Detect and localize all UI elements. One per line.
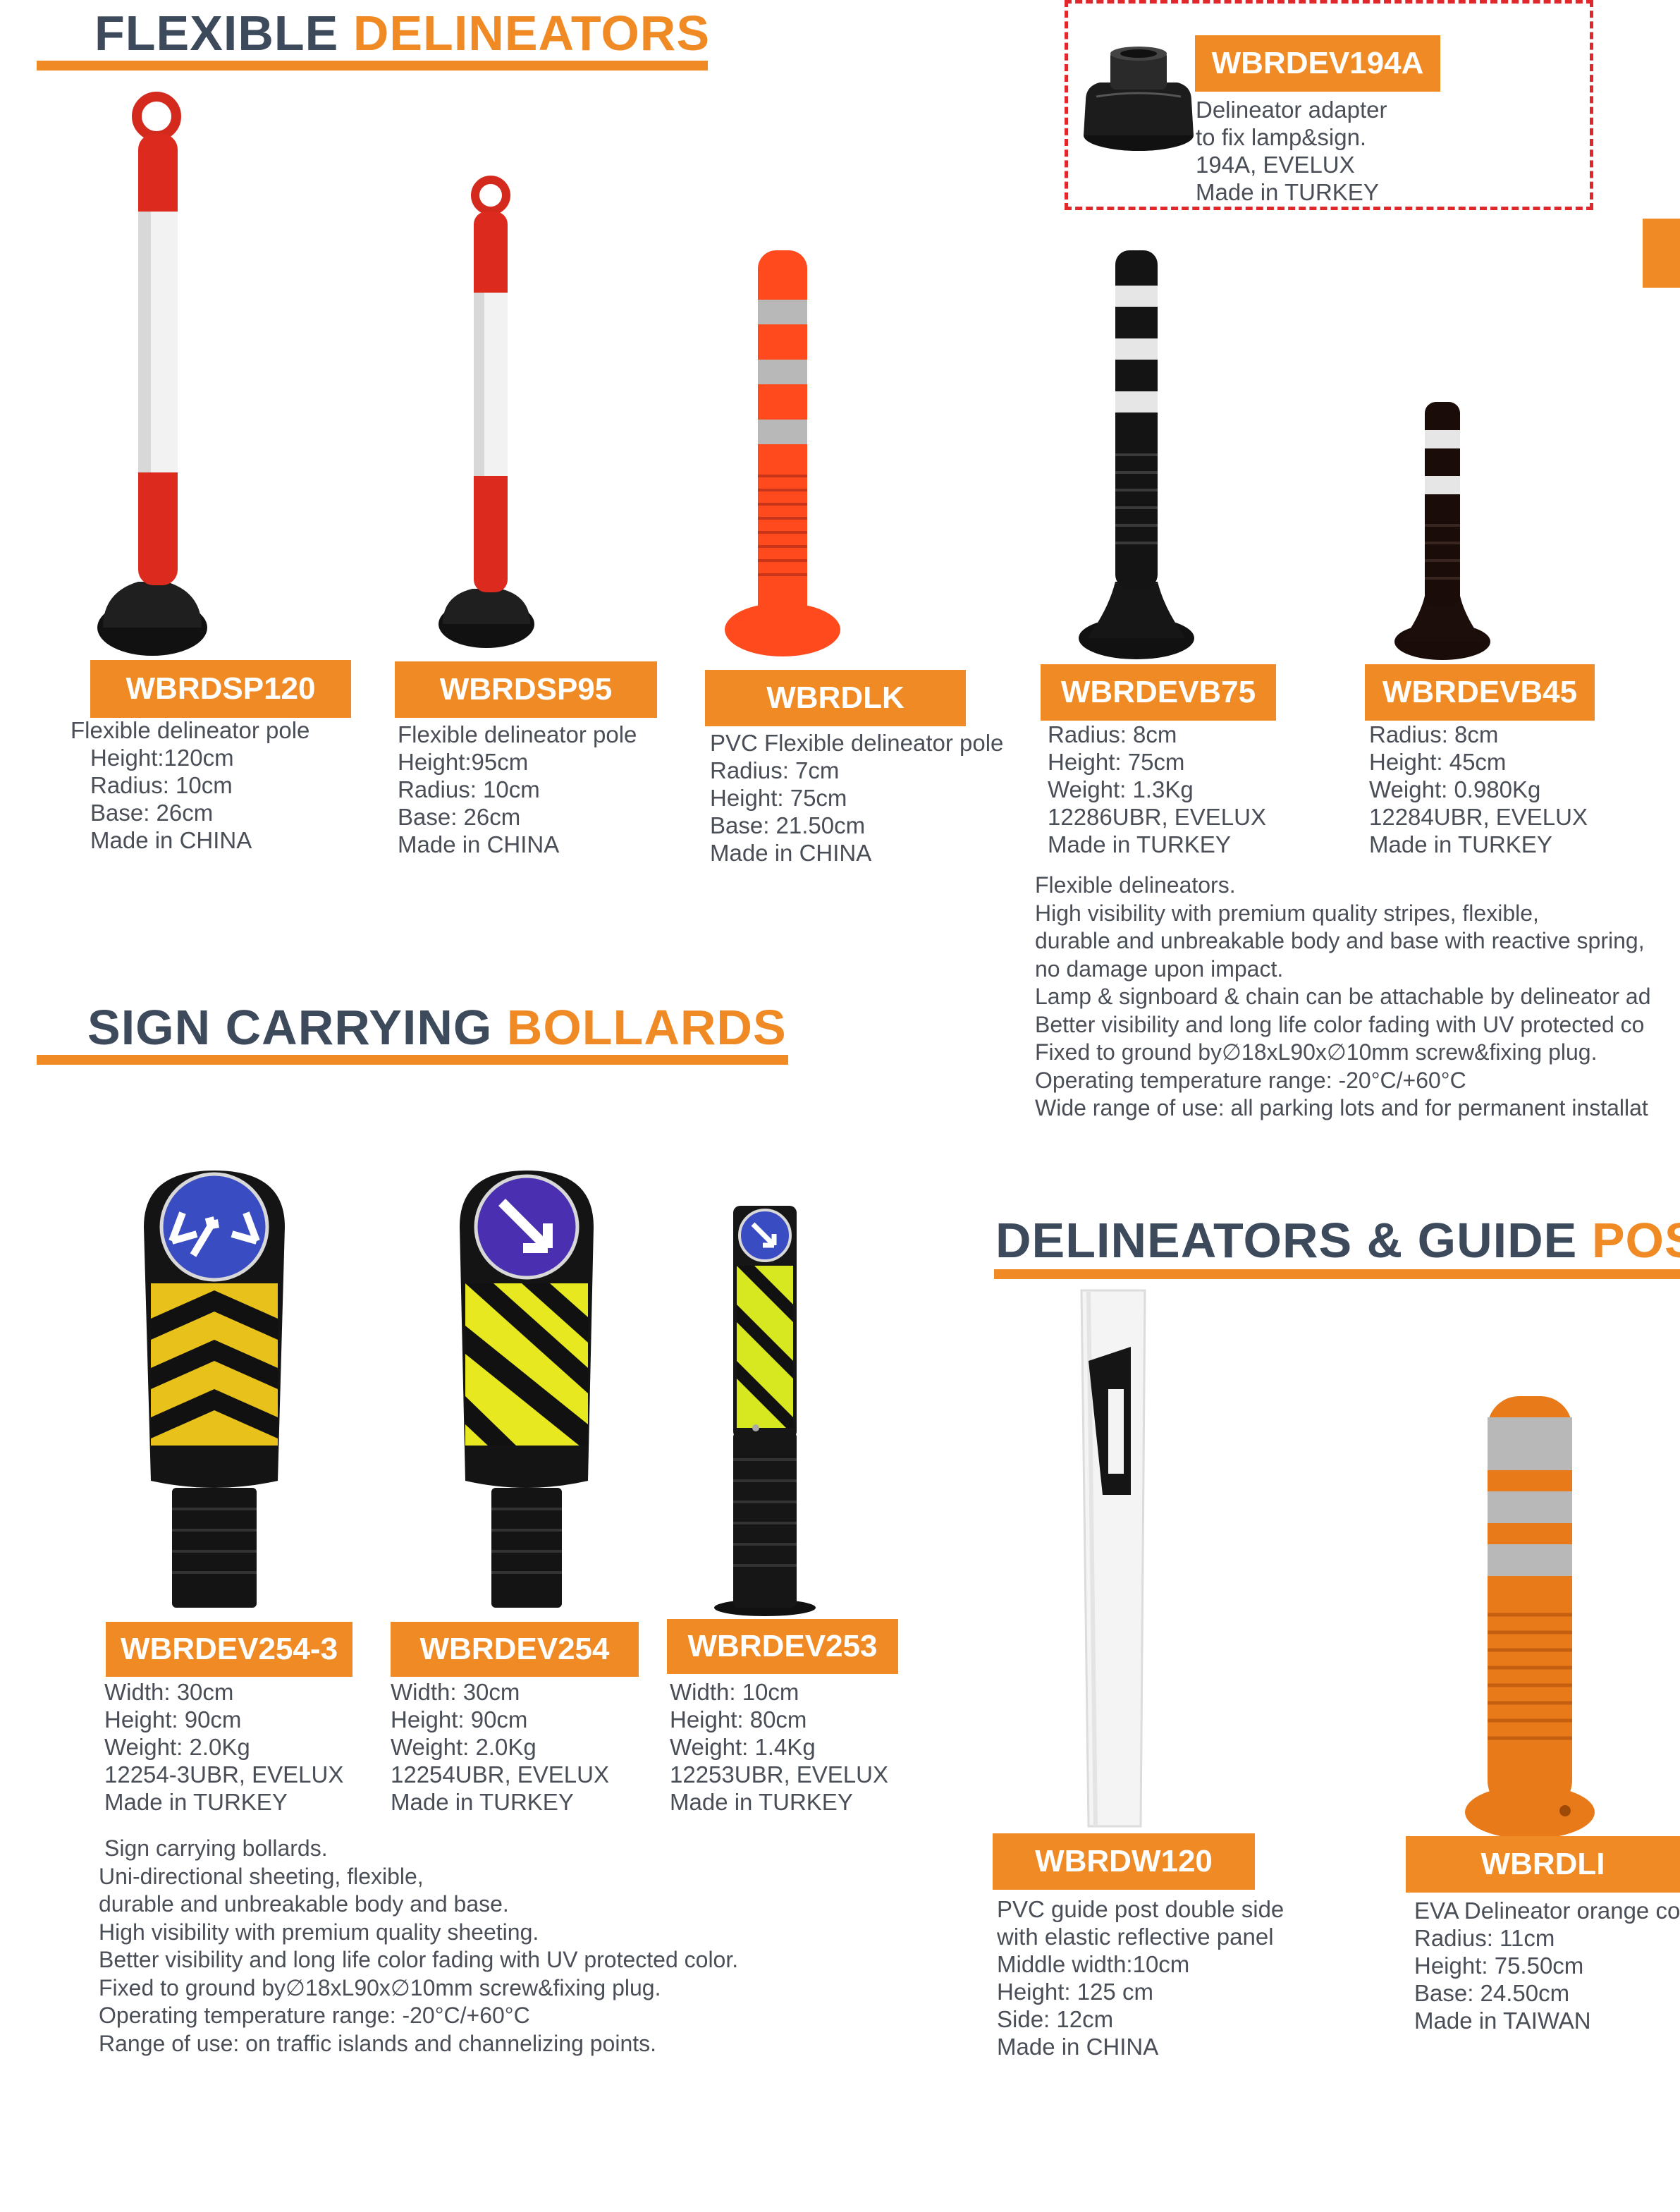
- sign-description: Sign carrying bollards. Uni-directional …: [99, 1835, 739, 2056]
- section-rule-sign: [37, 1055, 788, 1065]
- product-code-wbrdevb45: WBRDEVB45: [1365, 664, 1595, 721]
- product-image-wbrdw120: [1080, 1289, 1146, 1828]
- product-desc-wbrdev254-3: Width: 30cm Height: 90cm Weight: 2.0Kg 1…: [104, 1679, 344, 1815]
- product-code-wbrdsp95: WBRDSP95: [395, 661, 657, 718]
- section-title-guide: DELINEATORS & GUIDE POS: [995, 1213, 1680, 1268]
- product-desc-wbrdw120: PVC guide post double side with elastic …: [997, 1896, 1284, 2060]
- flexible-description: Flexible delineators. High visibility wi…: [1035, 872, 1651, 1120]
- product-image-wbrdli: [1465, 1396, 1595, 1839]
- product-code-wbrdev253: WBRDEV253: [667, 1619, 898, 1674]
- product-code-wbrdli: WBRDLI: [1406, 1836, 1680, 1893]
- product-image-wbrdlk: [725, 250, 840, 656]
- adapter-desc: Delineator adapter to fix lamp&sign. 194…: [1196, 97, 1387, 205]
- product-desc-wbrdevb75: Radius: 8cm Height: 75cm Weight: 1.3Kg 1…: [1048, 721, 1267, 857]
- product-desc-wbrdsp95: Flexible delineator pole Height:95cm Rad…: [398, 721, 637, 857]
- product-image-wbrdev254-3: [144, 1171, 285, 1608]
- section-rule-flexible: [37, 61, 708, 71]
- adapter-image: [1084, 47, 1194, 151]
- product-image-wbrdev254: [460, 1171, 594, 1608]
- product-image-wbrdsp120: [97, 92, 207, 656]
- section-title-sign: SIGN CARRYING BOLLARDS: [87, 1000, 787, 1055]
- product-code-wbrdlk: WBRDLK: [705, 670, 966, 726]
- page-edge-tab: [1643, 219, 1680, 288]
- product-image-wbrdev253: [714, 1206, 816, 1616]
- section-title-flexible: FLEXIBLE DELINEATORS: [94, 6, 711, 61]
- product-desc-wbrdlk: PVC Flexible delineator pole Radius: 7cm…: [710, 730, 1004, 866]
- product-desc-wbrdev254: Width: 30cm Height: 90cm Weight: 2.0Kg 1…: [391, 1679, 610, 1815]
- product-image-wbrdsp95: [439, 176, 534, 648]
- product-desc-wbrdev253: Width: 10cm Height: 80cm Weight: 1.4Kg 1…: [670, 1679, 889, 1815]
- product-image-wbrdevb45: [1394, 402, 1490, 660]
- product-desc-wbrdli: EVA Delineator orange co Radius: 11cm He…: [1414, 1898, 1680, 2034]
- product-code-wbrdevb75: WBRDEVB75: [1041, 664, 1276, 721]
- product-code-wbrdev254: WBRDEV254: [391, 1622, 639, 1677]
- product-desc-wbrdevb45: Radius: 8cm Height: 45cm Weight: 0.980Kg…: [1369, 721, 1588, 857]
- section-rule-guide: [994, 1269, 1680, 1279]
- product-image-wbrdevb75: [1079, 250, 1194, 659]
- adapter-code: WBRDEV194A: [1195, 35, 1440, 92]
- product-code-wbrdev254-3: WBRDEV254-3: [106, 1622, 352, 1677]
- product-desc-wbrdsp120: Flexible delineator pole Height:120cm Ra…: [70, 717, 310, 853]
- product-code-wbrdsp120: WBRDSP120: [90, 660, 351, 718]
- product-code-wbrdw120: WBRDW120: [993, 1833, 1255, 1890]
